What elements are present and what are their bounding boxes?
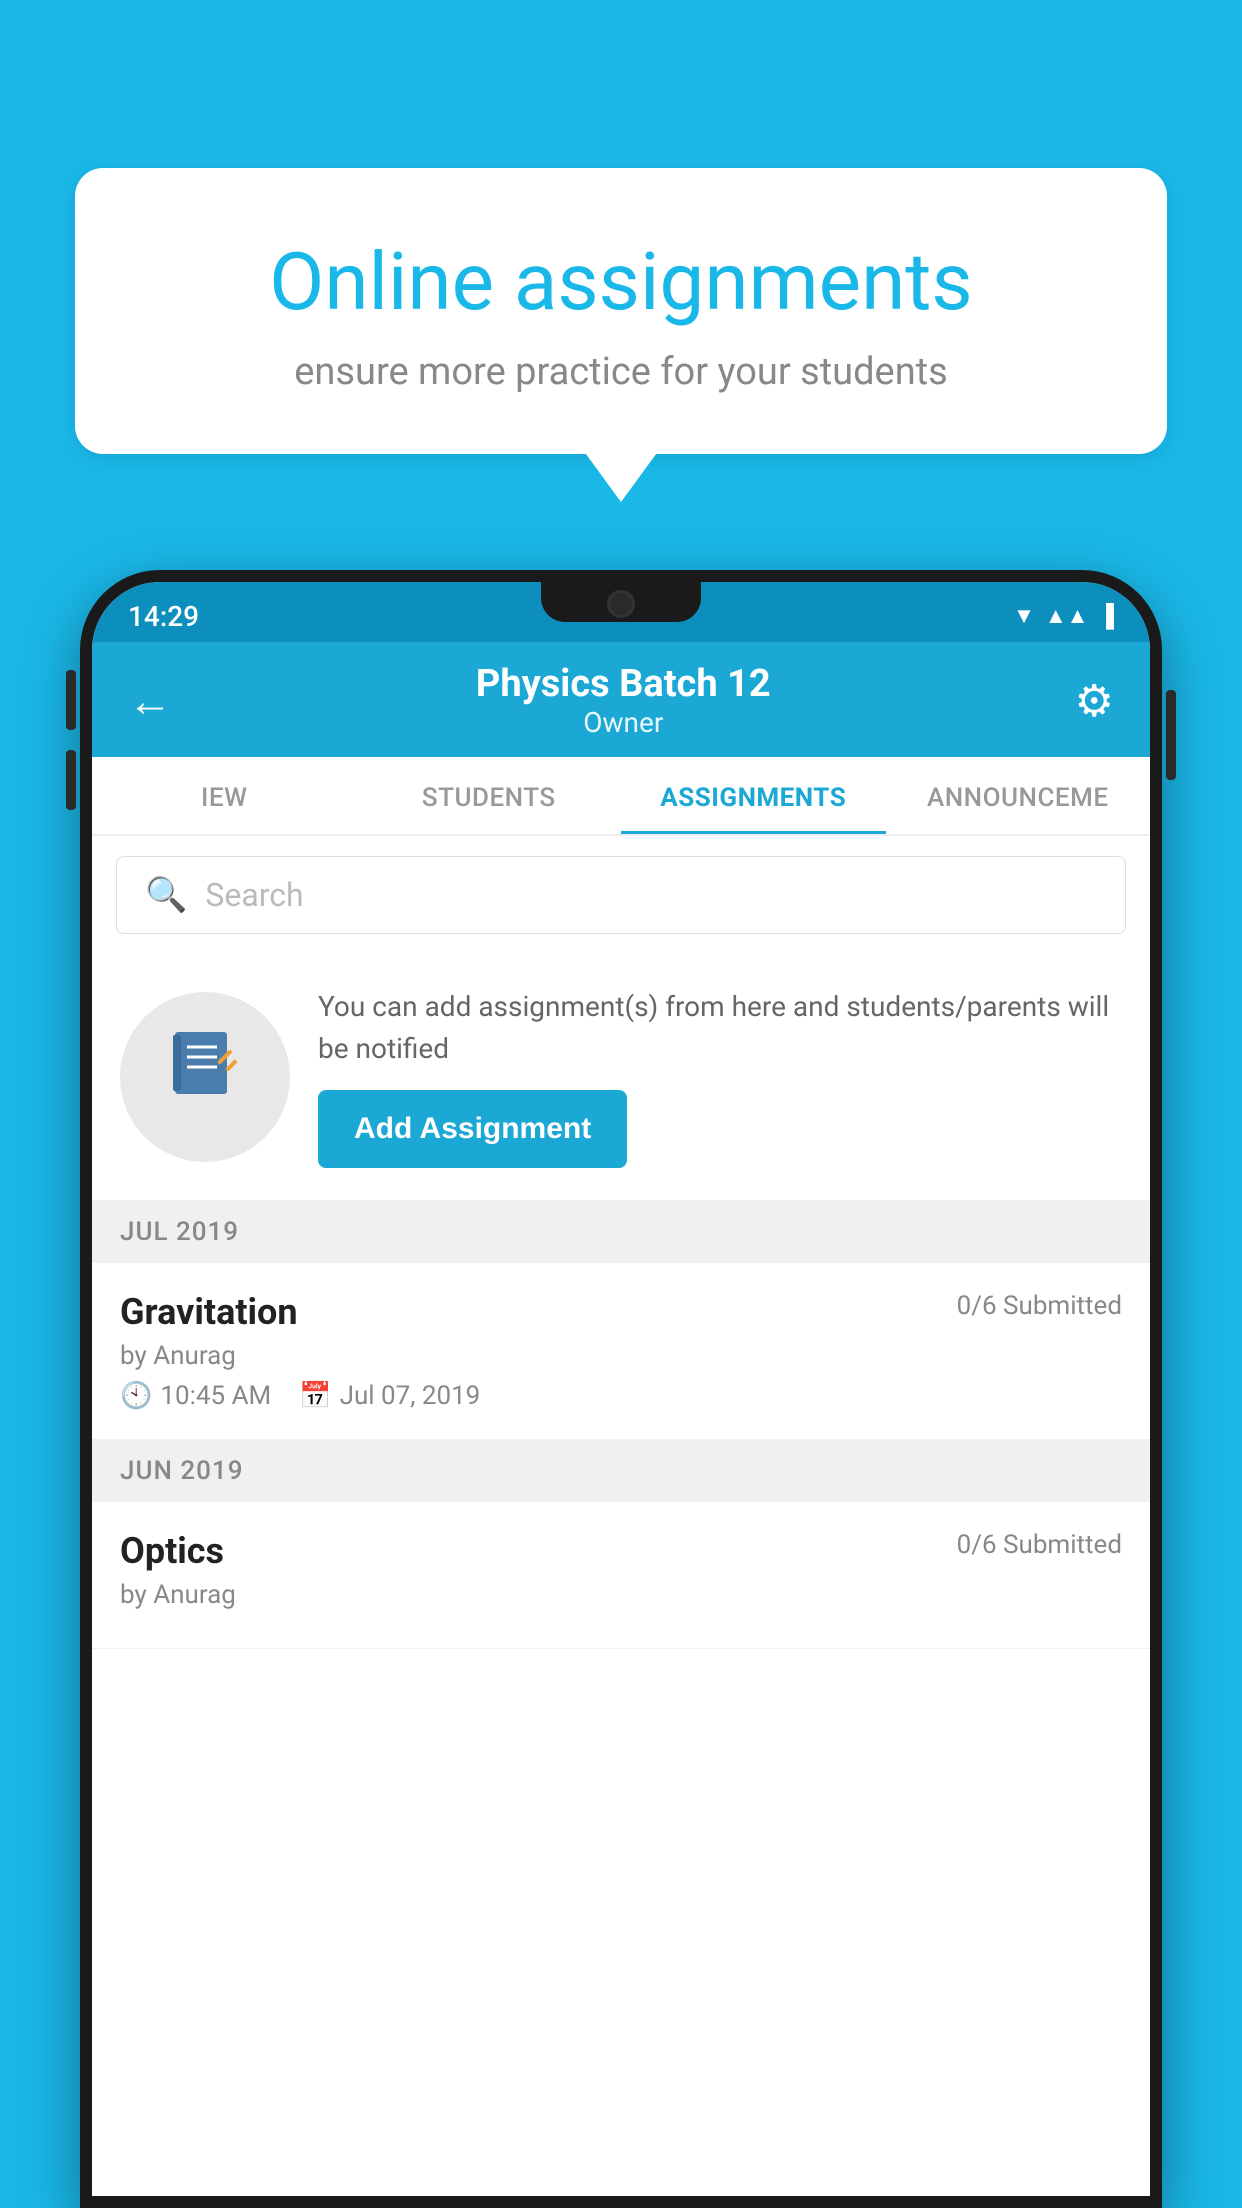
- phone-camera: [607, 590, 635, 618]
- assignment-row: Gravitation 0/6 Submitted: [120, 1291, 1122, 1333]
- section-header-jun: JUN 2019: [92, 1440, 1150, 1502]
- speech-bubble-title: Online assignments: [155, 238, 1087, 326]
- assignment-by: by Anurag: [120, 1341, 1122, 1371]
- search-icon: 🔍: [145, 875, 187, 915]
- assignment-name: Gravitation: [120, 1291, 298, 1333]
- add-assignment-promo: You can add assignment(s) from here and …: [92, 954, 1150, 1201]
- assignment-meta: 🕙 10:45 AM 📅 Jul 07, 2019: [120, 1381, 1122, 1411]
- speech-bubble-subtitle: ensure more practice for your students: [155, 350, 1087, 394]
- assignment-submitted: 0/6 Submitted: [957, 1291, 1122, 1321]
- power-button: [1166, 690, 1176, 780]
- app-header: ← Physics Batch 12 Owner ⚙: [92, 642, 1150, 757]
- tab-assignments[interactable]: ASSIGNMENTS: [621, 757, 886, 834]
- settings-icon[interactable]: ⚙: [1075, 675, 1114, 727]
- status-icons: ▼ ▲▲ ▐: [1013, 603, 1114, 629]
- volume-down-button: [66, 750, 76, 810]
- header-center: Physics Batch 12 Owner: [172, 662, 1075, 739]
- search-placeholder: Search: [205, 876, 303, 914]
- back-button[interactable]: ←: [128, 675, 172, 727]
- phone-screen: 14:29 ▼ ▲▲ ▐ ← Physics Batch 12 Owner ⚙ …: [92, 582, 1150, 2196]
- add-assignment-button[interactable]: Add Assignment: [318, 1090, 627, 1168]
- battery-icon: ▐: [1098, 603, 1114, 629]
- promo-content: You can add assignment(s) from here and …: [318, 986, 1122, 1168]
- clock-icon: 🕙: [120, 1381, 152, 1411]
- assignment-name-optics: Optics: [120, 1530, 224, 1572]
- assignment-item-gravitation[interactable]: Gravitation 0/6 Submitted by Anurag 🕙 10…: [92, 1263, 1150, 1440]
- tab-iew[interactable]: IEW: [92, 757, 357, 834]
- calendar-icon: 📅: [299, 1381, 331, 1411]
- assignment-time: 🕙 10:45 AM: [120, 1381, 271, 1411]
- phone-frame: 14:29 ▼ ▲▲ ▐ ← Physics Batch 12 Owner ⚙ …: [80, 570, 1162, 2208]
- tab-announcements[interactable]: ANNOUNCEME: [886, 757, 1151, 834]
- assignment-by-optics: by Anurag: [120, 1580, 1122, 1610]
- section-header-jul: JUL 2019: [92, 1201, 1150, 1263]
- search-input-wrap[interactable]: 🔍 Search: [116, 856, 1126, 934]
- assignment-date: 📅 Jul 07, 2019: [299, 1381, 480, 1411]
- tab-students[interactable]: STUDENTS: [357, 757, 622, 834]
- promo-icon-circle: [120, 992, 290, 1162]
- notebook-icon: [165, 1027, 245, 1127]
- promo-description: You can add assignment(s) from here and …: [318, 986, 1122, 1070]
- header-subtitle: Owner: [172, 706, 1075, 739]
- assignment-item-optics[interactable]: Optics 0/6 Submitted by Anurag: [92, 1502, 1150, 1649]
- speech-bubble: Online assignments ensure more practice …: [75, 168, 1167, 454]
- assignment-submitted-optics: 0/6 Submitted: [957, 1530, 1122, 1560]
- status-time: 14:29: [128, 600, 199, 633]
- wifi-icon: ▼: [1013, 603, 1035, 629]
- assignment-row-optics: Optics 0/6 Submitted: [120, 1530, 1122, 1572]
- signal-icon: ▲▲: [1045, 603, 1089, 629]
- search-bar: 🔍 Search: [92, 836, 1150, 954]
- volume-up-button: [66, 670, 76, 730]
- tab-bar: IEW STUDENTS ASSIGNMENTS ANNOUNCEME: [92, 757, 1150, 836]
- header-title: Physics Batch 12: [172, 662, 1075, 706]
